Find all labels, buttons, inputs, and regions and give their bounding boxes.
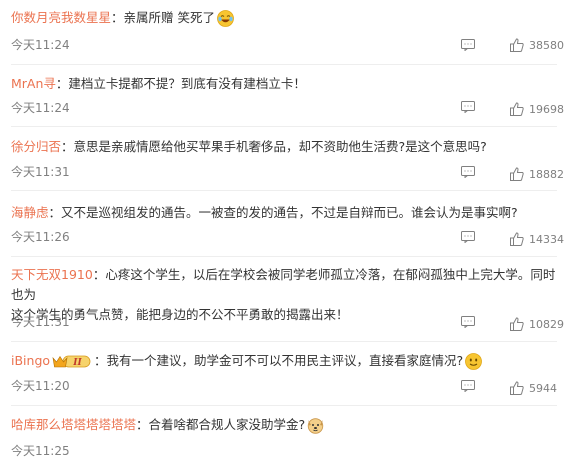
comment-username[interactable]: 天下无双1910	[11, 267, 93, 282]
dog-face-emoji-icon	[307, 417, 324, 434]
like-count: 19698	[529, 103, 564, 116]
comment-divider	[11, 190, 557, 191]
comment-icon[interactable]	[461, 380, 475, 392]
comment-username[interactable]: 徐分归否	[11, 139, 61, 154]
comment-time: 今天11:24	[11, 101, 70, 115]
comment-line: 你数月亮我数星星：亲属所赠 笑死了	[11, 8, 559, 28]
comment-icon[interactable]	[461, 101, 475, 113]
comment-text: 意思是亲戚情愿给他买苹果手机奢侈品，却不资助他生活费?是这个意思吗?	[73, 139, 487, 154]
comment-line: 徐分归否：意思是亲戚情愿给他买苹果手机奢侈品，却不资助他生活费?是这个意思吗?	[11, 139, 487, 154]
comment-divider	[11, 256, 557, 257]
comment-line: 天下无双1910：心疼这个学生，以后在学校会被同学老师孤立冷落，在郁闷孤独中上完…	[11, 267, 556, 322]
comment-icon[interactable]	[461, 39, 475, 51]
comment-line: MrAn寻：建档立卡提都不提？到底有没有建档立卡！	[11, 76, 306, 91]
like-count: 38580	[529, 39, 564, 52]
comment-text: 又不是巡视组发的通告。一被查的发的通告，不过是自辩而已。谁会认为是事实啊?	[61, 205, 518, 220]
comment-username[interactable]: MrAn寻	[11, 76, 56, 91]
comment-time: 今天11:20	[11, 379, 70, 393]
like-count: 18882	[529, 168, 564, 181]
comment-time: 今天11:24	[11, 38, 70, 52]
comment-time: 今天11:31	[11, 165, 70, 179]
like-count: 5944	[529, 382, 557, 395]
comment-divider	[11, 341, 557, 342]
thumbs-up-icon[interactable]	[510, 38, 524, 52]
slightly-smiling-emoji-icon	[465, 353, 483, 370]
comment-icon[interactable]	[461, 231, 475, 243]
thumbs-up-icon[interactable]	[510, 381, 524, 395]
thumbs-up-icon[interactable]	[510, 102, 524, 116]
comment-username[interactable]: iBingo	[11, 353, 50, 368]
comment-feed: 你数月亮我数星星：亲属所赠 笑死了 今天11:24 38580 MrAn寻：建档…	[0, 0, 568, 458]
comment-time: 今天11:31	[11, 315, 70, 329]
comment-line: iBingo II ：我有一个建议，助学金可不可以不用民主评议，直接看家庭情况?	[11, 351, 559, 371]
comment-line: 海静虑：又不是巡视组发的通告。一被查的发的通告，不过是自辩而已。谁会认为是事实啊…	[11, 205, 518, 220]
like-count: 10829	[529, 318, 564, 331]
comment-username[interactable]: 你数月亮我数星星	[11, 10, 111, 25]
comment-username[interactable]: 海静虑	[11, 205, 49, 220]
comment-divider	[11, 64, 557, 65]
thumbs-up-icon[interactable]	[510, 232, 524, 246]
vip-crown-badge-icon[interactable]: II	[52, 354, 92, 369]
comment-icon[interactable]	[461, 316, 475, 328]
comment-line: 哈库那么塔塔塔塔塔塔：合着啥都合规人家没助学金?	[11, 415, 559, 435]
comment-text: 我有一个建议，助学金可不可以不用民主评议，直接看家庭情况?	[106, 353, 464, 368]
comment-text: 亲属所赠 笑死了	[123, 10, 216, 25]
comment-divider	[11, 126, 557, 127]
comment-time: 今天11:26	[11, 230, 70, 244]
like-count: 14334	[529, 233, 564, 246]
thumbs-up-icon[interactable]	[510, 317, 524, 331]
comment-text: 合着啥都合规人家没助学金?	[148, 417, 306, 432]
thumbs-up-icon[interactable]	[510, 167, 524, 181]
laughing-tears-emoji-icon	[217, 10, 234, 27]
comment-divider	[11, 405, 557, 406]
comment-icon[interactable]	[461, 166, 475, 178]
badge-level: II	[72, 358, 82, 368]
comment-username[interactable]: 哈库那么塔塔塔塔塔塔	[11, 417, 136, 432]
comment-time: 今天11:25	[11, 444, 70, 458]
comment-text: 建档立卡提都不提？到底有没有建档立卡！	[68, 76, 306, 91]
